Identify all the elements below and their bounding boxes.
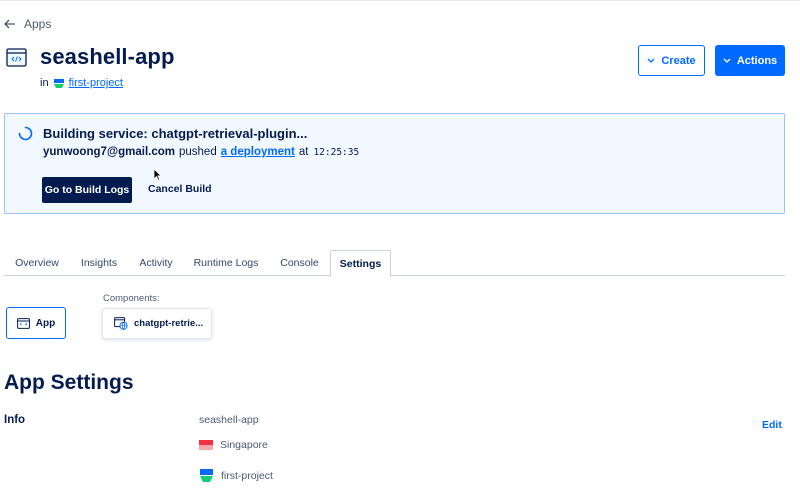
pushed-text: pushed xyxy=(178,146,217,158)
at-text: at xyxy=(298,146,309,158)
app-code-icon xyxy=(6,48,27,67)
service-globe-icon xyxy=(114,317,128,330)
app-code-icon xyxy=(16,317,30,329)
app-tabs: Overview Insights Activity Runtime Logs … xyxy=(4,250,785,277)
spinner-icon xyxy=(18,126,33,141)
create-button-label: Create xyxy=(661,54,696,67)
info-region: Singapore xyxy=(199,439,268,451)
deployment-link[interactable]: a deployment xyxy=(221,146,295,158)
tab-runtime-logs[interactable]: Runtime Logs xyxy=(189,250,263,276)
tab-console[interactable]: Console xyxy=(272,250,327,276)
tab-settings[interactable]: Settings xyxy=(330,250,391,277)
chevron-down-icon xyxy=(647,58,655,63)
app-component-label: App xyxy=(35,317,56,329)
back-link-label: Apps xyxy=(24,17,52,31)
app-settings-heading: App Settings xyxy=(4,371,134,394)
actions-button-label: Actions xyxy=(736,54,778,67)
in-label: in xyxy=(40,77,49,89)
back-to-apps-link[interactable]: Apps xyxy=(4,17,51,31)
chevron-down-icon xyxy=(723,58,731,63)
build-meta: yunwoong7@gmail.com pushed a deployment … xyxy=(43,146,359,158)
push-time: 12:25:35 xyxy=(313,147,360,158)
component-card[interactable]: chatgpt-retrie... xyxy=(102,308,212,339)
tab-activity[interactable]: Activity xyxy=(131,250,181,276)
info-app-name: seashell-app xyxy=(199,414,259,426)
project-label: first-project xyxy=(221,469,273,482)
actions-button[interactable]: Actions xyxy=(715,45,785,76)
singapore-flag-icon xyxy=(199,440,213,450)
components-label: Components: xyxy=(103,293,160,304)
edit-info-link[interactable]: Edit xyxy=(762,419,782,431)
go-to-build-logs-button[interactable]: Go to Build Logs xyxy=(42,177,132,203)
pusher-email: yunwoong7@gmail.com xyxy=(43,146,175,158)
tab-overview[interactable]: Overview xyxy=(6,250,68,276)
region-label: Singapore xyxy=(220,439,268,451)
arrow-left-icon xyxy=(4,19,15,29)
build-status-panel: Building service: chatgpt-retrieval-plug… xyxy=(4,113,785,214)
info-project: first-project xyxy=(199,468,273,483)
top-divider xyxy=(0,0,800,1)
cancel-build-button[interactable]: Cancel Build xyxy=(148,183,212,195)
project-link[interactable]: first-project xyxy=(69,77,123,89)
build-title: Building service: chatgpt-retrieval-plug… xyxy=(43,126,308,141)
info-label: Info xyxy=(4,414,26,426)
project-logo-icon xyxy=(200,469,213,482)
mouse-cursor-icon xyxy=(153,168,162,181)
project-logo-icon xyxy=(53,78,64,88)
tab-insights[interactable]: Insights xyxy=(74,250,124,276)
page-title: seashell-app xyxy=(40,44,175,69)
create-button[interactable]: Create xyxy=(638,45,705,76)
component-card-label: chatgpt-retrie... xyxy=(134,318,204,329)
project-line: in first-project xyxy=(40,77,123,89)
app-component-button[interactable]: App xyxy=(6,307,66,339)
